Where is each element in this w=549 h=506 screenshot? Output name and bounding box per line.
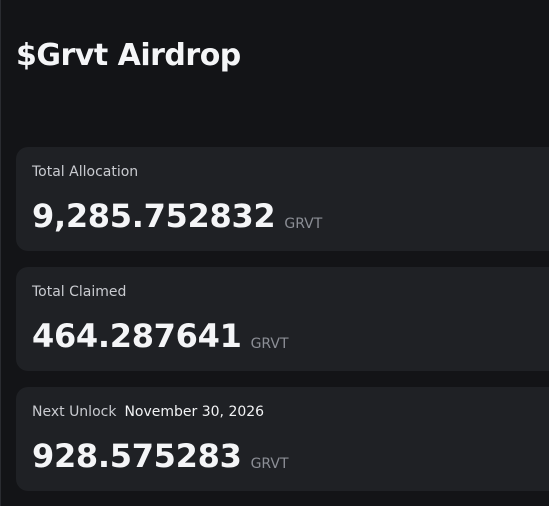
card-header: Total Claimed: [32, 283, 126, 301]
card-header: Next Unlock November 30, 2026: [32, 403, 264, 421]
token-unit: GRVT: [250, 336, 289, 352]
card-value-row: 9,285.752832 GRVT: [32, 197, 322, 235]
total-claimed-label: Total Claimed: [32, 284, 127, 300]
next-unlock-value: 928.575283: [32, 437, 242, 475]
token-unit: GRVT: [250, 456, 289, 472]
total-claimed-card: Total Claimed 464.287641 GRVT: [16, 267, 549, 371]
card-value-row: 928.575283 GRVT: [32, 437, 289, 475]
next-unlock-card: Next Unlock November 30, 2026 928.575283…: [16, 387, 549, 491]
total-allocation-label: Total Allocation: [32, 164, 139, 180]
page-title: $Grvt Airdrop: [16, 38, 241, 73]
next-unlock-label: Next Unlock: [32, 404, 117, 420]
card-value-row: 464.287641 GRVT: [32, 317, 289, 355]
window-edge: [0, 0, 1, 506]
next-unlock-date: November 30, 2026: [124, 404, 265, 420]
total-allocation-card: Total Allocation 9,285.752832 GRVT: [16, 147, 549, 251]
total-allocation-value: 9,285.752832: [32, 197, 276, 235]
card-header: Total Allocation: [32, 163, 138, 181]
token-unit: GRVT: [284, 216, 323, 232]
total-claimed-value: 464.287641: [32, 317, 242, 355]
